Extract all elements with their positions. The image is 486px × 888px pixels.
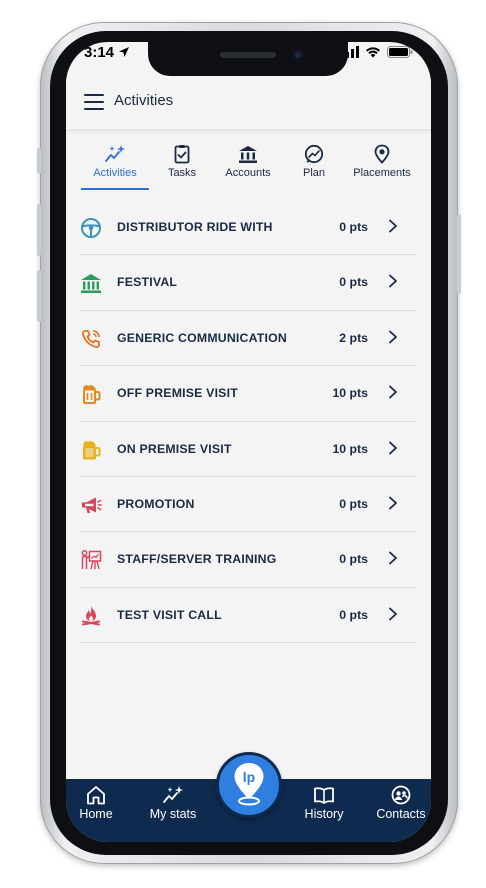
nav-label: Contacts <box>376 807 426 821</box>
app-screen: 3:14 Activities Activities Tasks Account… <box>66 42 431 842</box>
nav-label: Home <box>79 807 113 821</box>
lp-pin-logo-icon: lp <box>234 763 264 806</box>
activity-points: 10 pts <box>332 441 368 456</box>
chevron-right-icon <box>389 441 397 454</box>
nav-history[interactable]: History <box>300 785 348 821</box>
open-book-icon <box>314 787 334 804</box>
front-camera <box>292 49 304 61</box>
chevron-right-icon <box>389 496 397 510</box>
tab-plan[interactable]: Plan <box>298 144 330 179</box>
nav-label: My stats <box>149 807 197 821</box>
app-header: Activities <box>66 78 431 130</box>
chevron-right-icon <box>389 607 397 621</box>
location-pin-icon <box>374 144 390 164</box>
activity-row-off-premise-visit[interactable]: OFF PREMISE VISIT 10 pts <box>80 366 416 422</box>
activity-label: DISTRIBUTOR RIDE WITH <box>117 220 273 234</box>
tab-label: Tasks <box>167 167 197 179</box>
activity-row-festival[interactable]: FESTIVAL 0 pts <box>80 255 416 311</box>
notch <box>148 42 348 76</box>
speaker-grille <box>220 52 276 58</box>
tab-label: Placements <box>353 167 411 179</box>
nav-my-stats[interactable]: My stats <box>142 785 204 821</box>
page-title: Activities <box>114 92 174 109</box>
status-time-text: 3:14 <box>84 44 115 61</box>
chevron-right-icon <box>389 219 397 233</box>
bank-icon <box>239 146 257 163</box>
activity-points: 0 pts <box>339 220 368 234</box>
activity-list: DISTRIBUTOR RIDE WITH 0 pts FESTIVAL 0 p… <box>80 200 416 644</box>
campfire-icon <box>82 605 100 626</box>
beer-mug-filled-icon <box>83 440 101 460</box>
home-icon <box>87 786 105 805</box>
location-arrow-icon <box>119 47 130 57</box>
bank-icon <box>81 274 101 294</box>
nav-label: History <box>304 807 344 821</box>
status-time: 3:14 <box>84 44 130 61</box>
tab-placements[interactable]: Placements <box>350 144 414 179</box>
phone-icon <box>81 329 100 348</box>
volume-down-button <box>37 270 41 322</box>
activity-row-generic-communication[interactable]: GENERIC COMMUNICATION 2 pts <box>80 311 416 367</box>
tab-activities[interactable]: Activities <box>82 144 148 179</box>
tab-tasks[interactable]: Tasks <box>162 144 202 179</box>
activity-row-staff-server-training[interactable]: STAFF/SERVER TRAINING 0 pts <box>80 532 416 588</box>
activity-points: 0 pts <box>339 496 368 511</box>
center-logo-button[interactable]: lp <box>216 752 282 818</box>
activity-row-distributor-ride-with[interactable]: DISTRIBUTOR RIDE WITH 0 pts <box>80 200 416 256</box>
megaphone-icon <box>82 497 102 513</box>
sparkle-icon <box>105 145 125 162</box>
tab-label: Activities <box>93 167 137 179</box>
beer-mug-icon <box>83 385 101 405</box>
sparkle-icon <box>163 786 183 803</box>
activity-label: STAFF/SERVER TRAINING <box>117 552 277 567</box>
hamburger-menu-icon[interactable] <box>84 94 104 110</box>
battery-icon <box>387 46 413 58</box>
wifi-icon <box>366 47 380 58</box>
activity-row-on-premise-visit[interactable]: ON PREMISE VISIT 10 pts <box>80 422 416 477</box>
volume-up-button <box>37 204 41 256</box>
presentation-icon <box>81 550 102 570</box>
active-tab-indicator <box>81 188 149 190</box>
nav-home[interactable]: Home <box>76 785 116 821</box>
activity-points: 0 pts <box>339 607 368 622</box>
power-button <box>457 214 461 294</box>
tab-label: Plan <box>302 167 326 179</box>
chevron-right-icon <box>389 385 397 399</box>
activity-label: TEST VISIT CALL <box>117 607 222 622</box>
activity-label: PROMOTION <box>117 496 195 511</box>
tab-label: Accounts <box>225 167 271 179</box>
activity-row-promotion[interactable]: PROMOTION 0 pts <box>80 477 416 533</box>
activity-label: ON PREMISE VISIT <box>117 441 232 456</box>
activity-row-test-visit-call[interactable]: TEST VISIT CALL 0 pts <box>80 588 416 644</box>
tab-accounts[interactable]: Accounts <box>222 144 274 179</box>
status-icons <box>341 46 413 58</box>
steering-wheel-icon <box>81 218 101 238</box>
activity-tabs: Activities Tasks Accounts Plan Placement… <box>66 138 431 194</box>
nav-contacts[interactable]: Contacts <box>370 785 431 821</box>
activity-label: GENERIC COMMUNICATION <box>117 330 287 345</box>
logo-text: lp <box>243 769 255 785</box>
chevron-right-icon <box>389 274 397 288</box>
activity-label: FESTIVAL <box>117 275 178 290</box>
activity-label: OFF PREMISE VISIT <box>117 386 238 401</box>
activity-points: 10 pts <box>332 386 368 401</box>
activity-points: 0 pts <box>339 275 368 290</box>
activity-points: 2 pts <box>339 330 368 345</box>
clipboard-check-icon <box>174 145 190 164</box>
trend-chat-icon <box>304 144 324 164</box>
mute-switch <box>37 148 41 174</box>
chevron-right-icon <box>389 330 397 344</box>
activity-points: 0 pts <box>339 552 368 567</box>
contacts-icon <box>391 785 411 805</box>
chevron-right-icon <box>389 551 397 565</box>
